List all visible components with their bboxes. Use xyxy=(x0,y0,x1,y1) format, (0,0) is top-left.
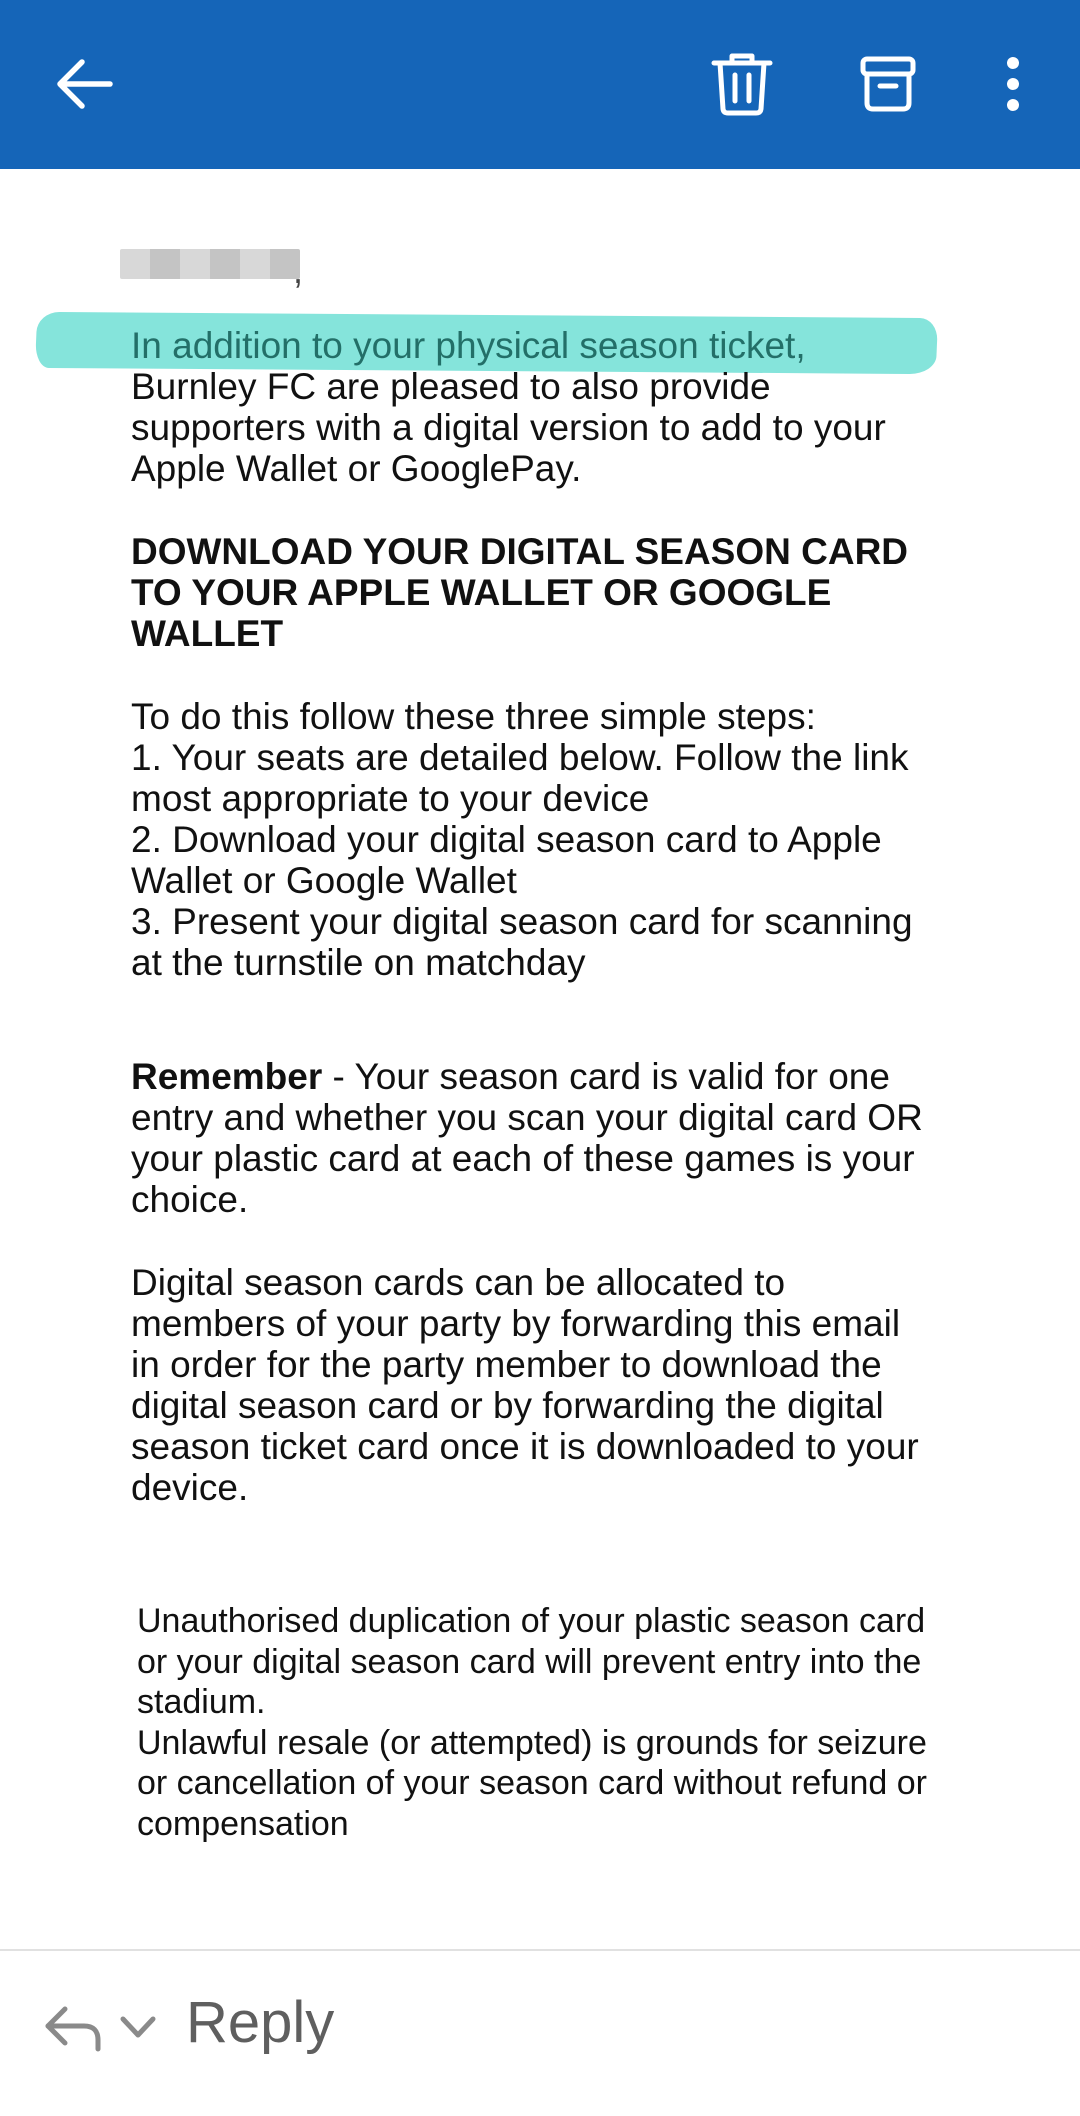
download-heading: DOWNLOAD YOUR DIGITAL SEASON CARD TO YOU… xyxy=(131,531,909,654)
remember-label: Remember xyxy=(131,1056,323,1097)
top-app-bar xyxy=(0,0,1080,169)
chevron-down-icon[interactable] xyxy=(117,2007,159,2049)
reply-icon[interactable] xyxy=(40,1999,110,2059)
allocation-paragraph: Digital season cards can be allocated to… xyxy=(131,1262,919,1508)
reply-button[interactable]: Reply xyxy=(186,1987,334,2059)
intro-paragraph: In addition to your physical season tick… xyxy=(131,325,1031,489)
greeting-comma: , xyxy=(293,250,304,291)
redacted-recipient-name xyxy=(120,249,300,279)
trash-icon[interactable] xyxy=(702,44,782,124)
email-body: , In addition to your physical season ti… xyxy=(0,169,1080,1949)
disclaimer-paragraph: Unauthorised duplication of your plastic… xyxy=(137,1602,928,1843)
back-arrow-icon[interactable] xyxy=(43,44,123,124)
highlighted-intro-line: In addition to your physical season tick… xyxy=(131,325,806,366)
remember-paragraph: Remember - Your season card is valid for… xyxy=(131,1056,1031,1220)
intro-paragraph-rest: Burnley FC are pleased to also provide s… xyxy=(131,366,886,489)
reply-bar: Reply xyxy=(0,1951,1080,2116)
archive-icon[interactable] xyxy=(848,44,928,124)
steps-paragraph: To do this follow these three simple ste… xyxy=(131,696,913,983)
more-vertical-icon[interactable] xyxy=(973,44,1053,124)
